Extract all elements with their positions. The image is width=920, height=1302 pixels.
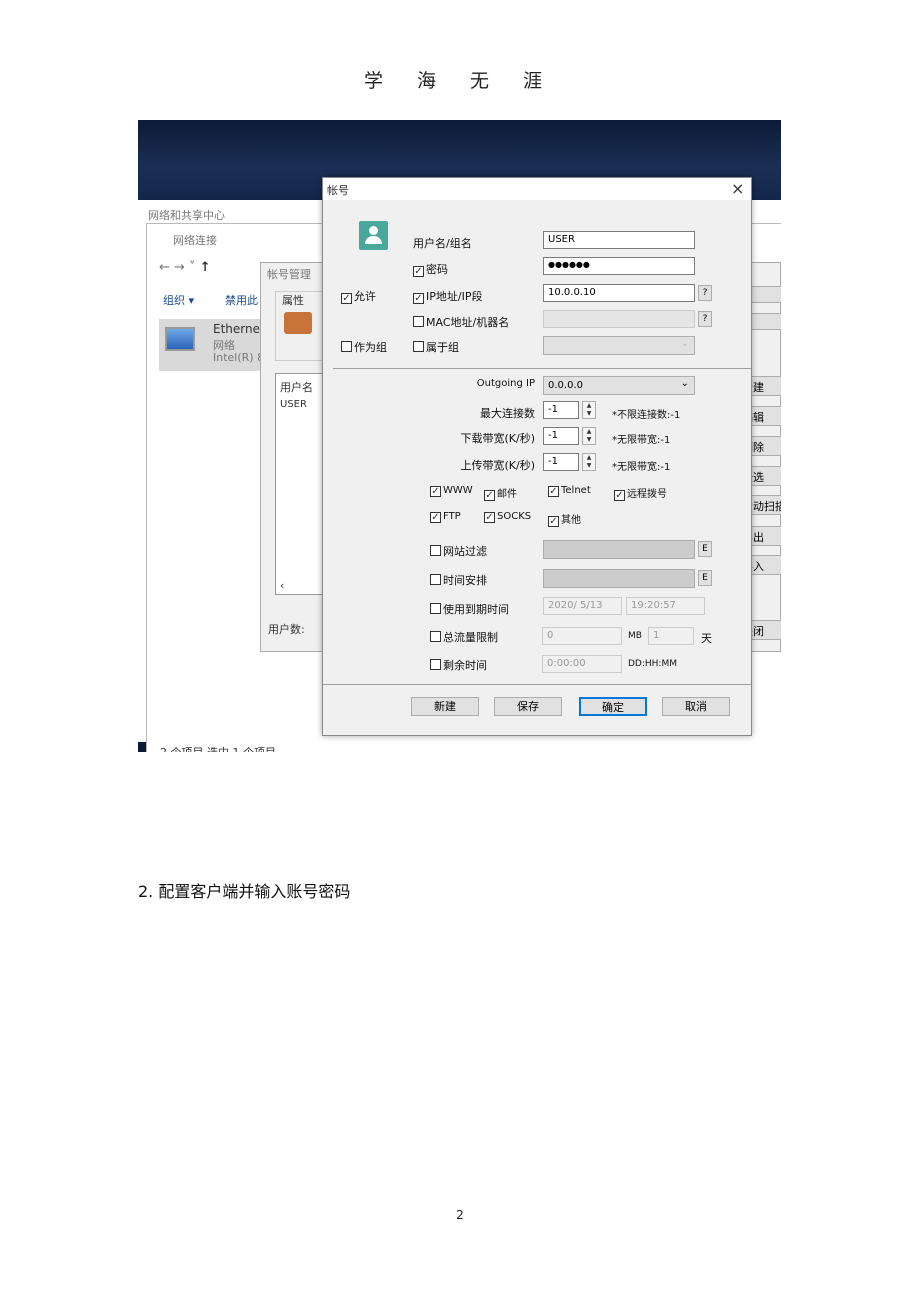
mac-checkbox[interactable]: MAC地址/机器名 (413, 314, 509, 330)
telnet-checkbox[interactable]: ✓ Telnet (548, 485, 591, 497)
page-number: 2 (456, 1208, 464, 1222)
expire-time-input[interactable]: 19:20:57 (626, 597, 705, 615)
close-icon[interactable]: × (731, 179, 744, 198)
download-bandwidth-input[interactable]: -1 (543, 427, 579, 445)
scroll-left-icon[interactable]: ‹ (280, 579, 284, 592)
schedule-edit-button[interactable]: E (698, 570, 712, 586)
auto-scan-button[interactable]: 自动扫描 (751, 495, 781, 515)
delete-button[interactable]: 删除 (751, 436, 781, 456)
list-item[interactable]: USER (280, 399, 307, 410)
remaining-time-input[interactable]: 0:00:00 (542, 655, 622, 673)
password-input[interactable]: ●●●●●● (543, 257, 695, 275)
export-button[interactable]: 导出 (751, 526, 781, 546)
site-filter-edit-button[interactable]: E (698, 541, 712, 557)
mail-checkbox[interactable]: ✓ 邮件 (484, 485, 517, 501)
body-text: 2. 配置客户端并输入账号密码 (138, 882, 351, 901)
ip-input[interactable]: 10.0.0.10 (543, 284, 695, 302)
remaining-time-checkbox[interactable]: 剩余时间 (430, 657, 487, 673)
upload-bandwidth-input[interactable]: -1 (543, 453, 579, 471)
as-group-checkbox[interactable]: 作为组 (341, 339, 387, 355)
connections-title: 网络连接 (173, 234, 217, 247)
outgoing-ip-select[interactable]: 0.0.0.0 ⌄ (543, 376, 695, 395)
schedule-checkbox[interactable]: 时间安排 (430, 572, 487, 588)
close-button[interactable]: 关闭 (751, 620, 781, 640)
traffic-limit-checkbox[interactable]: 总流量限制 (430, 629, 498, 645)
ftp-checkbox[interactable]: ✓ FTP (430, 511, 461, 523)
www-checkbox[interactable]: ✓ WWW (430, 485, 473, 497)
sharing-center-title: 网络和共享中心 (148, 209, 225, 222)
upload-spinner[interactable]: ▲ ▼ (582, 453, 596, 471)
save-button[interactable]: 保存 (494, 697, 562, 716)
user-icon (359, 221, 388, 250)
site-filter-select[interactable] (543, 540, 695, 559)
disable-button[interactable]: 禁用此 (225, 292, 258, 308)
site-filter-checkbox[interactable]: 网站过滤 (430, 543, 487, 559)
screenshot: 网络和共享中心 网络连接 ← → ˅ ↑ 组织 ▾ 禁用此 Ethernet 网… (138, 120, 781, 752)
account-manager-title: 帐号管理 (267, 268, 311, 281)
download-spinner[interactable]: ▲ ▼ (582, 427, 596, 445)
group-select[interactable]: ⌄ (543, 336, 695, 355)
expire-checkbox[interactable]: 使用到期时间 (430, 601, 509, 617)
other-checkbox[interactable]: ✓ 其他 (548, 511, 581, 527)
max-connections-spinner[interactable]: ▲ ▼ (582, 401, 596, 419)
allow-checkbox[interactable]: ✓ 允许 (341, 288, 376, 304)
nav-arrows[interactable]: ← → ˅ ↑ (159, 260, 211, 275)
new-button[interactable]: 新建 (751, 376, 781, 396)
dialog-title: 帐号 (327, 184, 349, 197)
username-input[interactable]: USER (543, 231, 695, 249)
ok-button[interactable]: 确定 (579, 697, 647, 716)
ip-checkbox[interactable]: ✓ IP地址/IP段 (413, 288, 482, 304)
import-button[interactable]: 导入 (751, 555, 781, 575)
edit-button[interactable]: 编辑 (751, 406, 781, 426)
select-all-button[interactable]: 全选 (751, 466, 781, 486)
page-header: 学 海 无 涯 (363, 70, 557, 92)
inbox-icon (284, 312, 312, 334)
password-checkbox[interactable]: ✓ 密码 (413, 261, 448, 277)
new-button[interactable]: 新建 (411, 697, 479, 716)
account-dialog: 帐号 × ✓ 允许 作为组 用户名/组名 USER ✓ 密码 ●●●●●● ✓ IP地… (322, 177, 752, 736)
network-adapter-icon (165, 327, 195, 351)
schedule-select[interactable] (543, 569, 695, 588)
status-bar-text: 2 个项目 选中 1 个项目 (160, 744, 276, 752)
member-of-group-checkbox[interactable]: 属于组 (413, 339, 459, 355)
organize-menu[interactable]: 组织 ▾ (163, 292, 194, 308)
socks-checkbox[interactable]: ✓ SOCKS (484, 511, 531, 523)
ip-help-button[interactable]: ? (698, 285, 712, 301)
days-input[interactable]: 1 (648, 627, 694, 645)
cancel-button[interactable]: 取消 (662, 697, 730, 716)
title-bar: 帐号 × (323, 178, 751, 200)
user-list[interactable]: 用户名 USER ‹ (275, 373, 323, 595)
user-count-label: 用户数: (268, 623, 305, 636)
mac-help-button[interactable]: ? (698, 311, 712, 327)
mac-input[interactable] (543, 310, 695, 328)
max-connections-input[interactable]: -1 (543, 401, 579, 419)
remote-dial-checkbox[interactable]: ✓ 远程拨号 (614, 485, 667, 501)
traffic-input[interactable]: 0 (542, 627, 622, 645)
username-label: 用户名/组名 (413, 237, 472, 250)
expire-date-input[interactable]: 2020/ 5/13 (543, 597, 622, 615)
